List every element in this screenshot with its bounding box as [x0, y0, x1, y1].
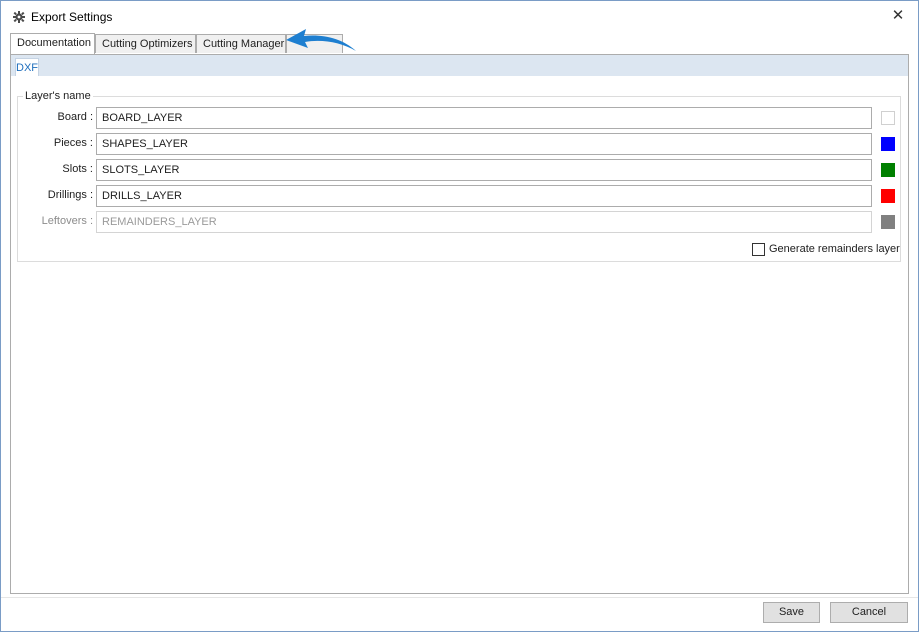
pieces-layer-input[interactable] [96, 133, 872, 155]
window-title: Export Settings [31, 10, 113, 24]
slots-label: Slots : [62, 163, 93, 175]
slots-color-swatch[interactable] [881, 163, 895, 177]
group-title: Layer's name [23, 90, 93, 102]
sub-tab-bar: DXF [11, 55, 908, 76]
tab-label: Documentation [17, 37, 91, 49]
drillings-label: Drillings : [47, 189, 93, 201]
leftovers-color-swatch [881, 215, 895, 229]
generate-remainders-label: Generate remainders layer [769, 243, 900, 255]
tab-label: Cutting Manager [203, 38, 285, 50]
board-layer-input[interactable] [96, 107, 872, 129]
leftovers-layer-row: Leftovers : [18, 211, 902, 233]
leftovers-label: Leftovers : [41, 215, 93, 227]
title-bar: Export Settings ✕ [1, 1, 918, 31]
board-label: Board : [57, 111, 93, 123]
curved-arrow-icon [286, 29, 356, 51]
tab-label: Cutting Optimizers [102, 38, 193, 50]
tab-cutting-manager[interactable]: Cutting Manager [196, 34, 286, 53]
documentation-panel: DXF Layer's name Board : Pieces : Slots … [10, 54, 909, 594]
pieces-label: Pieces : [53, 137, 93, 149]
drillings-layer-row: Drillings : [18, 185, 902, 207]
generate-remainders-checkbox[interactable]: Generate remainders layer [752, 243, 900, 257]
slots-layer-row: Slots : [18, 159, 902, 181]
tab-label: DXF [16, 62, 38, 74]
board-color-swatch[interactable] [881, 111, 895, 125]
close-icon: ✕ [891, 7, 905, 24]
pieces-color-swatch[interactable] [881, 137, 895, 151]
close-button[interactable]: ✕ [878, 1, 918, 31]
export-settings-window: Export Settings ✕ Documentation Cutting … [0, 0, 919, 632]
slots-layer-input[interactable] [96, 159, 872, 181]
board-layer-row: Board : [18, 107, 902, 129]
leftovers-layer-input [96, 211, 872, 233]
drillings-color-swatch[interactable] [881, 189, 895, 203]
tab-cutting-optimizers[interactable]: Cutting Optimizers [95, 34, 196, 53]
save-button[interactable]: Save [763, 602, 820, 623]
pieces-layer-row: Pieces : [18, 133, 902, 155]
layers-groupbox: Layer's name Board : Pieces : Slots : Dr… [17, 90, 902, 262]
drillings-layer-input[interactable] [96, 185, 872, 207]
tab-dxf[interactable]: DXF [15, 58, 39, 76]
footer-divider [1, 597, 918, 598]
tab-documentation[interactable]: Documentation [10, 33, 95, 54]
checkbox-box[interactable] [752, 243, 765, 256]
cancel-button[interactable]: Cancel [830, 602, 908, 623]
gear-icon [13, 11, 25, 23]
